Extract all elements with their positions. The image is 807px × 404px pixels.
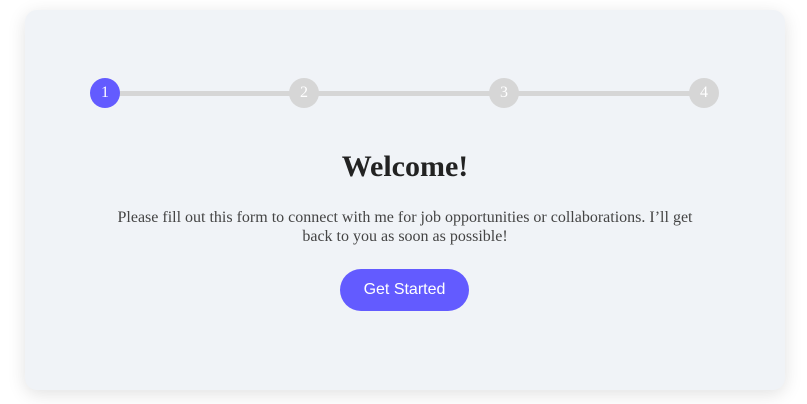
step-1: 1 bbox=[90, 78, 120, 108]
get-started-button[interactable]: Get Started bbox=[340, 269, 469, 311]
step-3: 3 bbox=[489, 78, 519, 108]
step-4: 4 bbox=[689, 78, 719, 108]
progress-track bbox=[105, 91, 705, 96]
description: Please fill out this form to connect wit… bbox=[117, 209, 693, 245]
step-2: 2 bbox=[289, 78, 319, 108]
welcome-card: 1 2 3 4 Welcome! Please fill out this fo… bbox=[25, 10, 785, 390]
page-title: Welcome! bbox=[341, 150, 469, 183]
